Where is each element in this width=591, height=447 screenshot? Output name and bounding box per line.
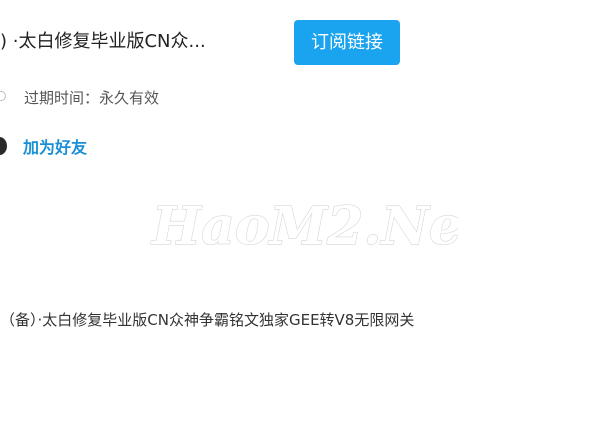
expiry-text: 过期时间：永久有效 [24,89,160,107]
page: ) ·太白修复毕业版CN众... 订阅链接 过期时间：永久有效 加为好友 Hao… [0,0,591,447]
add-friend-link[interactable]: 加为好友 [23,134,87,162]
watermark-text: HaoM2.Net [150,196,458,257]
listing-title[interactable]: ) ·太白修复毕业版CN众... [0,26,260,58]
subscribe-link-button[interactable]: 订阅链接 [294,20,400,65]
watermark-logo: HaoM2.Net [149,195,458,257]
bullet-dot-icon [0,137,7,155]
server-name-text: （备）·太白修复毕业版CN众神争霸铭文独家GEE转V8无限网关 [0,311,415,329]
bullet-circle-icon [0,91,6,101]
